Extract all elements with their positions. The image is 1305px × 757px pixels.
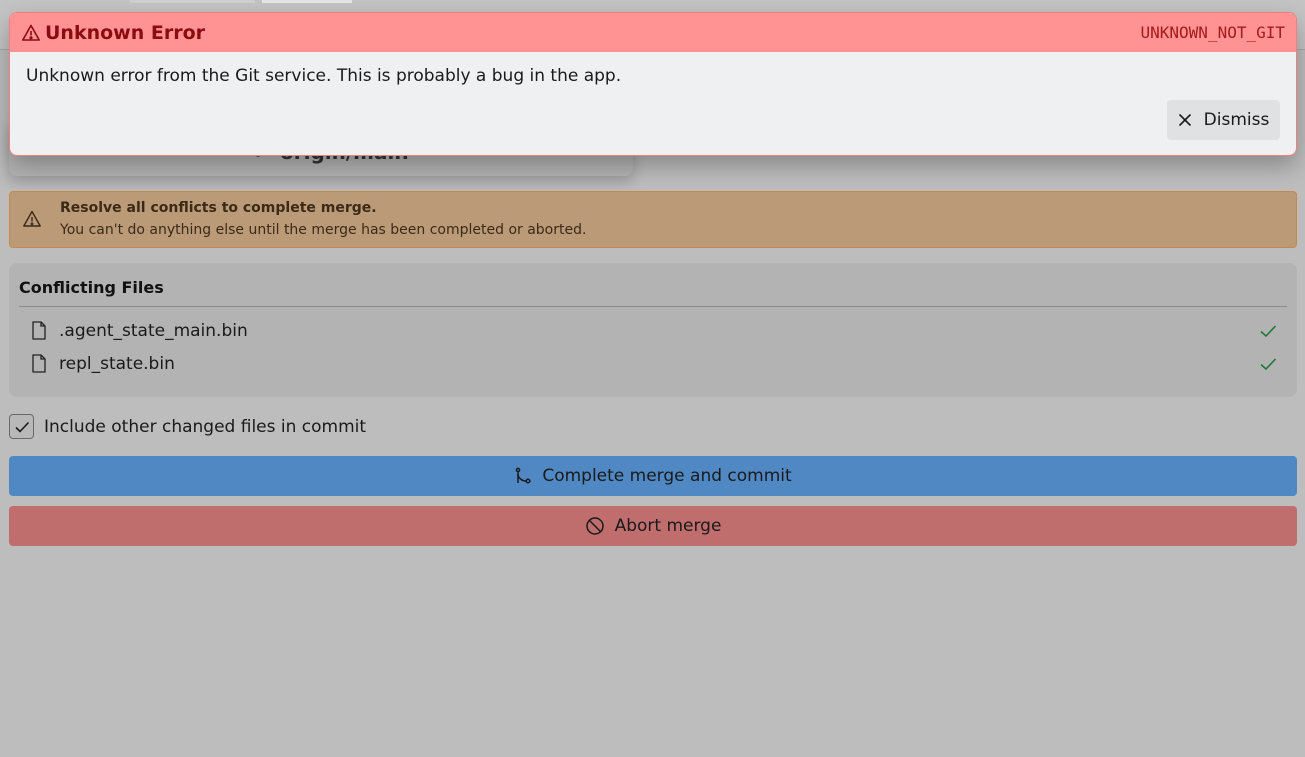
checkmark-icon: [15, 421, 30, 433]
conflict-file-row[interactable]: .agent_state_main.bin: [19, 318, 1287, 344]
error-code: UNKNOWN_NOT_GIT: [1140, 23, 1286, 42]
divider: [19, 306, 1287, 307]
resolved-check-icon: [1260, 325, 1277, 338]
conflicting-files-panel: Conflicting Files .agent_state_main.bin …: [9, 263, 1297, 397]
dismiss-label: Dismiss: [1203, 110, 1270, 130]
error-dialog-header: Unknown Error UNKNOWN_NOT_GIT: [10, 13, 1296, 52]
warning-title: Resolve all conflicts to complete merge.: [60, 200, 377, 216]
include-other-files-checkbox[interactable]: [9, 414, 34, 439]
ban-icon: [585, 517, 604, 535]
abort-merge-label: Abort merge: [614, 516, 722, 536]
close-icon: [1178, 113, 1191, 127]
include-other-files-label[interactable]: Include other changed files in commit: [44, 417, 366, 437]
merge-conflict-screen: origin/main Resolve all conflicts to com…: [0, 0, 1305, 757]
file-icon: [32, 354, 46, 373]
resolved-check-icon: [1260, 358, 1277, 371]
warning-icon: [22, 24, 40, 41]
error-title: Unknown Error: [45, 22, 206, 44]
merge-warning-banner: Resolve all conflicts to complete merge.…: [9, 191, 1297, 248]
error-message: Unknown error from the Git service. This…: [26, 66, 622, 86]
warning-text: You can't do anything else until the mer…: [60, 222, 587, 238]
complete-merge-label: Complete merge and commit: [542, 466, 792, 486]
complete-merge-button[interactable]: Complete merge and commit: [9, 456, 1297, 496]
conflicting-files-title: Conflicting Files: [19, 278, 164, 297]
tab-indicator: [130, 0, 255, 3]
conflict-file-row[interactable]: repl_state.bin: [19, 351, 1287, 377]
file-icon: [32, 321, 46, 340]
abort-merge-button[interactable]: Abort merge: [9, 506, 1297, 546]
tab-indicator-active: [262, 0, 352, 3]
file-name: .agent_state_main.bin: [59, 321, 248, 341]
dismiss-button[interactable]: Dismiss: [1167, 100, 1280, 140]
warning-icon: [23, 210, 41, 227]
error-dialog: Unknown Error UNKNOWN_NOT_GIT Unknown er…: [9, 12, 1297, 156]
file-name: repl_state.bin: [59, 354, 175, 374]
git-merge-icon: [515, 467, 531, 484]
